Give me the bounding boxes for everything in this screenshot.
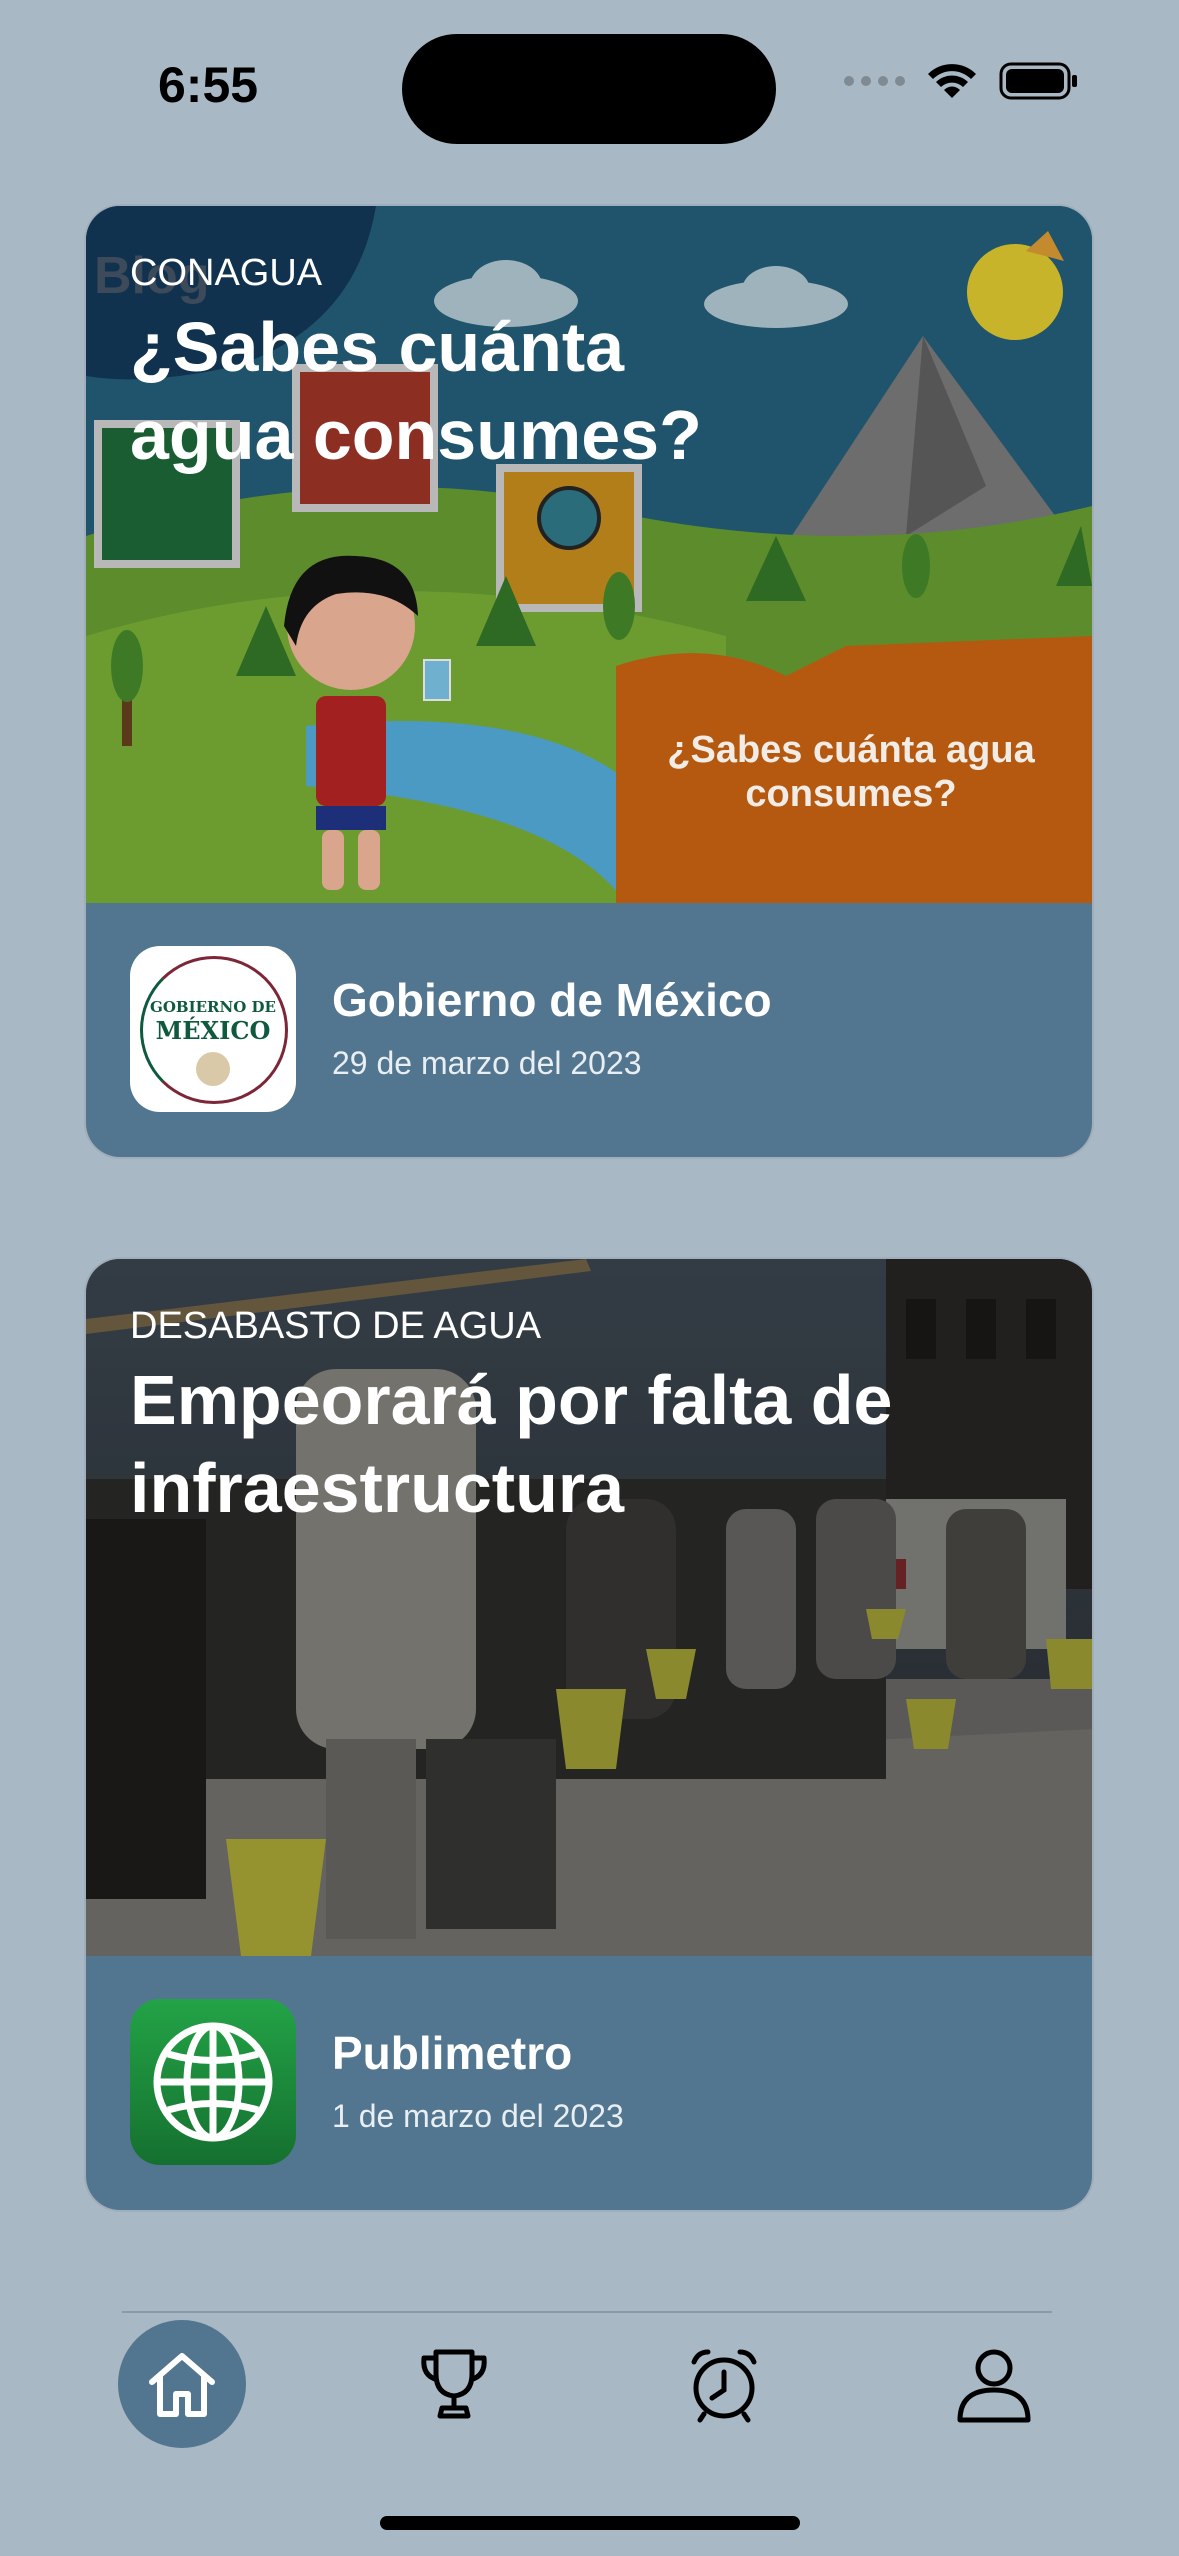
tab-home[interactable] [118, 2320, 246, 2448]
card-footer: Publimetro 1 de marzo del 2023 [86, 1956, 1092, 2210]
card-hero-text: CONAGUA ¿Sabes cuánta agua consumes? [130, 252, 702, 479]
card-hero-text: DESABASTO DE AGUA Empeorará por falta de… [130, 1305, 892, 1532]
source-name: Gobierno de México [332, 974, 772, 1026]
status-indicators [844, 62, 1079, 100]
image-caption-line1: ¿Sabes cuánta agua [667, 729, 1035, 771]
logo-text-line2: MÉXICO [155, 1016, 271, 1045]
card-headline-line2: infraestructura [130, 1449, 625, 1527]
home-icon [149, 2353, 215, 2417]
trophy-icon [421, 2349, 487, 2419]
dynamic-island [402, 34, 776, 144]
seal-icon [196, 1052, 230, 1086]
card-hero-image: DESABASTO DE AGUA Empeorará por falta de… [86, 1259, 1092, 1956]
card-headline: Empeorará por falta de infraestructura [130, 1356, 892, 1532]
globe-icon [153, 2022, 273, 2142]
card-hero-image: Blog ¿Sabes cuánta agua consumes? CONAGU… [86, 206, 1092, 903]
gobierno-de-mexico-logo: GOBIERNO DE MÉXICO [130, 946, 296, 1112]
card-headline: ¿Sabes cuánta agua consumes? [130, 303, 702, 479]
tab-reminders[interactable] [660, 2320, 788, 2448]
home-indicator[interactable] [380, 2516, 800, 2530]
source-date: 1 de marzo del 2023 [332, 2098, 624, 2134]
alarm-clock-icon [691, 2349, 757, 2423]
tab-bar-divider [122, 2311, 1052, 2313]
image-caption-line2: consumes? [745, 773, 957, 815]
status-time: 6:55 [158, 57, 259, 113]
card-kicker: CONAGUA [130, 252, 323, 294]
wifi-icon [928, 64, 976, 98]
person-icon [957, 2349, 1031, 2423]
globe-app-icon [130, 1999, 296, 2165]
card-footer: GOBIERNO DE MÉXICO Gobierno de México 29… [86, 903, 1092, 1157]
source-name: Publimetro [332, 2027, 573, 2079]
tab-achievements[interactable] [390, 2320, 518, 2448]
logo-text-line1: GOBIERNO DE [150, 998, 276, 1016]
source-date: 29 de marzo del 2023 [332, 1045, 642, 1081]
card-headline-line1: ¿Sabes cuánta [130, 308, 625, 386]
image-caption: ¿Sabes cuánta agua consumes? [616, 728, 1086, 816]
battery-icon [999, 62, 1077, 100]
card-headline-line2: agua consumes? [130, 396, 702, 474]
card-kicker: DESABASTO DE AGUA [130, 1305, 542, 1347]
news-card-desabasto[interactable]: DESABASTO DE AGUA Empeorará por falta de… [86, 1259, 1092, 2210]
card-headline-line1: Empeorará por falta de [130, 1361, 893, 1439]
cellular-signal-icon [844, 76, 905, 86]
news-card-conagua[interactable]: Blog ¿Sabes cuánta agua consumes? CONAGU… [86, 206, 1092, 1157]
tab-profile[interactable] [930, 2320, 1058, 2448]
